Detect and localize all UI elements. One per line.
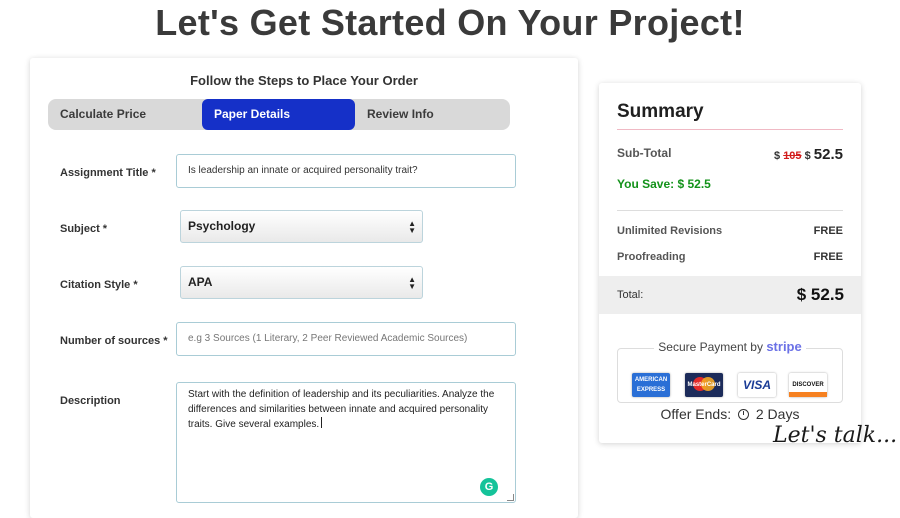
new-price-symbol: $ [804, 150, 811, 162]
grammarly-icon[interactable]: G [480, 478, 498, 496]
subject-selected-value: Psychology [188, 219, 256, 233]
order-form-heading: Follow the Steps to Place Your Order [190, 73, 418, 88]
offer-ends: Offer Ends: 2 Days [599, 406, 861, 422]
discover-logo: DISCOVER [789, 373, 827, 397]
perk-proofreading: Proofreading FREE [617, 251, 843, 263]
subject-select[interactable]: Psychology ▲ ▼ [180, 210, 423, 243]
secure-payment-heading: Secure Payment by stripe [599, 339, 861, 354]
new-price: 52.5 [813, 146, 843, 163]
you-save: You Save: $ 52.5 [617, 177, 711, 191]
summary-card: Summary Sub-Total $ 105 $ 52.5 You Save:… [599, 83, 861, 443]
perk-unlimited-revisions: Unlimited Revisions FREE [617, 225, 843, 237]
mastercard-text: MasterCard [687, 382, 721, 388]
total-label: Total: [617, 289, 644, 301]
perk-label: Unlimited Revisions [617, 225, 723, 237]
offer-prefix: Offer Ends: [660, 406, 732, 422]
offer-value: 2 Days [755, 406, 800, 422]
amex-logo: AMERICAN EXPRESS [632, 373, 670, 397]
step-review-info[interactable]: Review Info [355, 99, 510, 130]
perk-value: FREE [813, 225, 843, 237]
assignment-title-label: Assignment Title * [60, 167, 156, 179]
subtotal-row: Sub-Total $ 105 $ 52.5 [617, 146, 843, 163]
subtotal-label: Sub-Total [617, 146, 672, 160]
sources-input[interactable]: e.g 3 Sources (1 Literary, 2 Peer Review… [176, 322, 516, 356]
assignment-title-input[interactable]: Is leadership an innate or acquired pers… [176, 154, 516, 188]
old-price: 105 [783, 150, 802, 162]
updown-arrows-icon: ▲ ▼ [408, 275, 416, 291]
citation-style-selected-value: APA [188, 275, 213, 289]
stripe-logo: stripe [766, 339, 802, 354]
lets-talk-chat-link[interactable]: Let's talk... [773, 423, 897, 448]
total-bar: Total: $ 52.5 [599, 276, 861, 314]
summary-title: Summary [617, 101, 704, 122]
discover-text: DISCOVER [792, 382, 824, 388]
resize-handle[interactable] [507, 494, 514, 501]
page-title: Let's Get Started On Your Project! [155, 2, 745, 43]
old-price-symbol: $ [774, 150, 781, 162]
text-caret [321, 417, 323, 428]
subject-label: Subject * [60, 223, 108, 235]
order-steps: Calculate Price Paper Details Review Inf… [48, 99, 510, 130]
visa-logo: VISA [738, 373, 776, 397]
mastercard-logo: MasterCard [685, 373, 723, 397]
perk-label: Proofreading [617, 251, 686, 263]
order-form-card: Follow the Steps to Place Your Order Cal… [30, 58, 578, 518]
total-value: $ 52.5 [796, 285, 844, 304]
perk-value: FREE [813, 251, 843, 263]
updown-arrows-icon: ▲ ▼ [408, 219, 416, 235]
subtotal-price: $ 105 $ 52.5 [774, 146, 843, 163]
step-calculate-price[interactable]: Calculate Price [48, 99, 202, 130]
step-paper-details[interactable]: Paper Details [202, 99, 355, 130]
sources-label: Number of sources * [60, 335, 168, 347]
description-text: Start with the definition of leadership … [188, 389, 495, 430]
divider [617, 210, 843, 211]
description-textarea[interactable]: Start with the definition of leadership … [176, 382, 516, 503]
secure-payment-text: Secure Payment by [658, 340, 763, 354]
citation-style-label: Citation Style * [60, 279, 138, 291]
summary-underline [617, 129, 843, 130]
citation-style-select[interactable]: APA ▲ ▼ [180, 266, 423, 299]
description-label: Description [60, 395, 121, 407]
clock-icon [737, 409, 749, 420]
